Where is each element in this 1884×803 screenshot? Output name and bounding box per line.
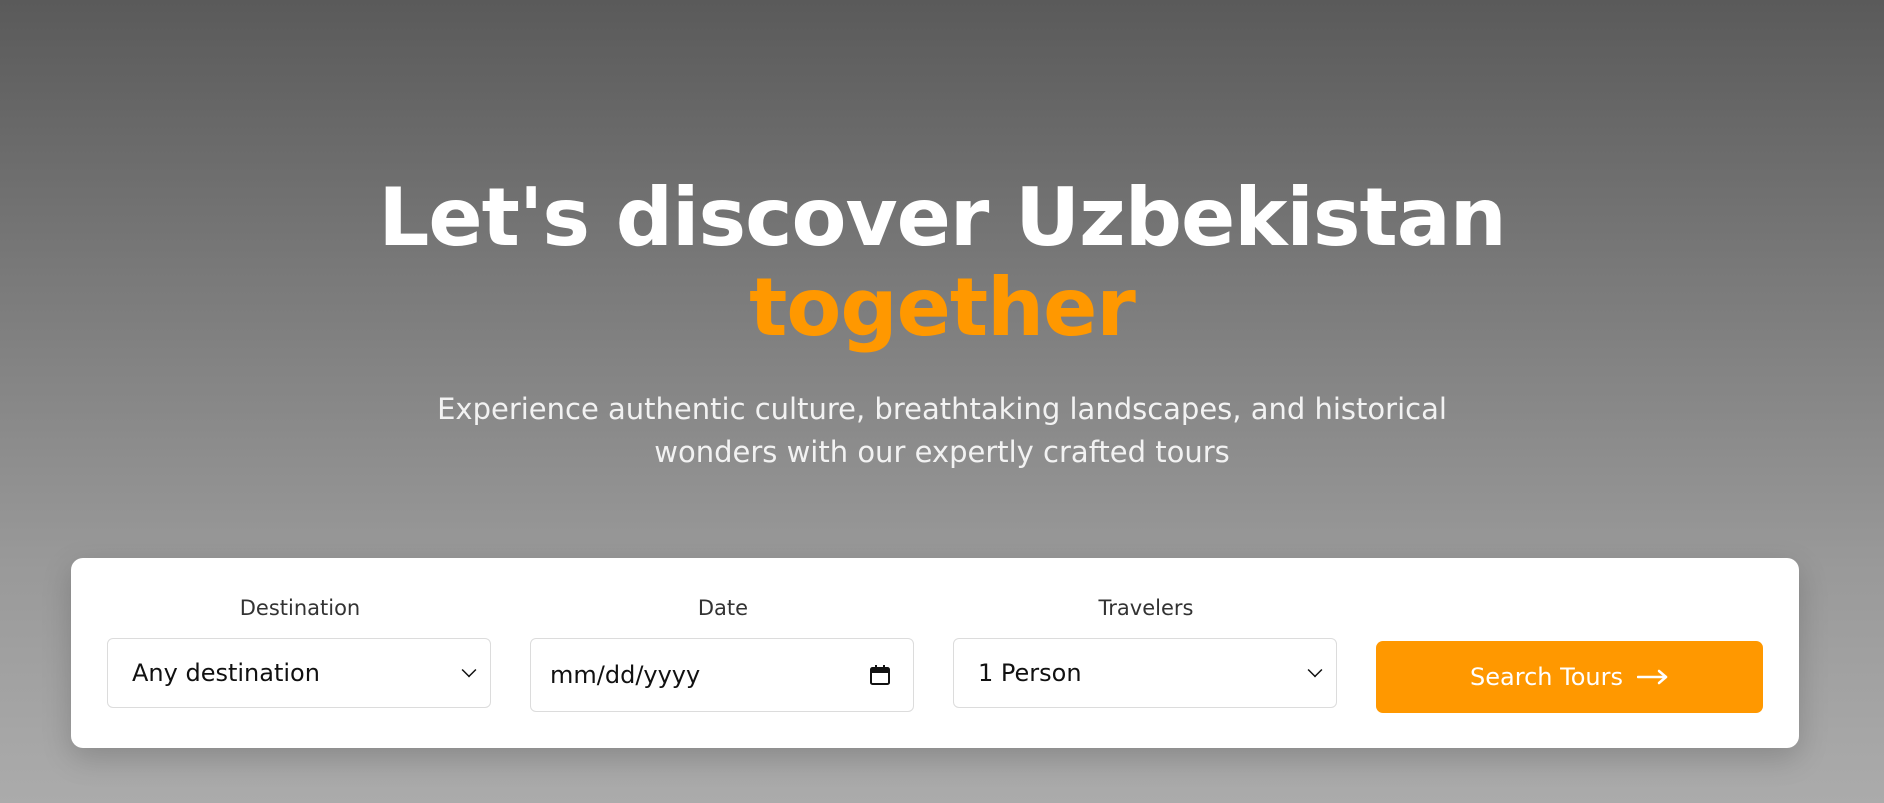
date-input[interactable]: mm/dd/yyyy: [530, 638, 914, 712]
destination-select[interactable]: Any destination: [107, 638, 491, 708]
calendar-icon[interactable]: [869, 664, 891, 686]
chevron-down-icon: [461, 662, 477, 678]
destination-label: Destination: [239, 596, 361, 620]
hero-subtitle-line1: Experience authentic culture, breathtaki…: [437, 392, 1447, 426]
date-label: Date: [697, 596, 749, 620]
hero-subtitle: Experience authentic culture, breathtaki…: [392, 388, 1492, 474]
search-tours-button[interactable]: Search Tours: [1376, 641, 1763, 713]
chevron-down-icon: [1307, 662, 1323, 678]
arrow-right-icon: [1636, 669, 1668, 685]
travelers-select[interactable]: 1 Person: [953, 638, 1337, 708]
destination-selected-value: Any destination: [132, 659, 320, 687]
travelers-selected-value: 1 Person: [978, 659, 1082, 687]
hero-subtitle-line2: wonders with our expertly crafted tours: [654, 435, 1230, 469]
hero-title-highlight: together: [749, 261, 1136, 354]
date-placeholder: mm/dd/yyyy: [550, 661, 701, 689]
search-tours-label: Search Tours: [1470, 663, 1623, 691]
hero-title: Let's discover Uzbekistan: [378, 171, 1506, 264]
travelers-label: Travelers: [1098, 596, 1194, 620]
search-panel: Destination Any destination Date mm/dd/y…: [71, 558, 1799, 748]
hero-section: Let's discover Uzbekistan together Exper…: [0, 0, 1884, 803]
